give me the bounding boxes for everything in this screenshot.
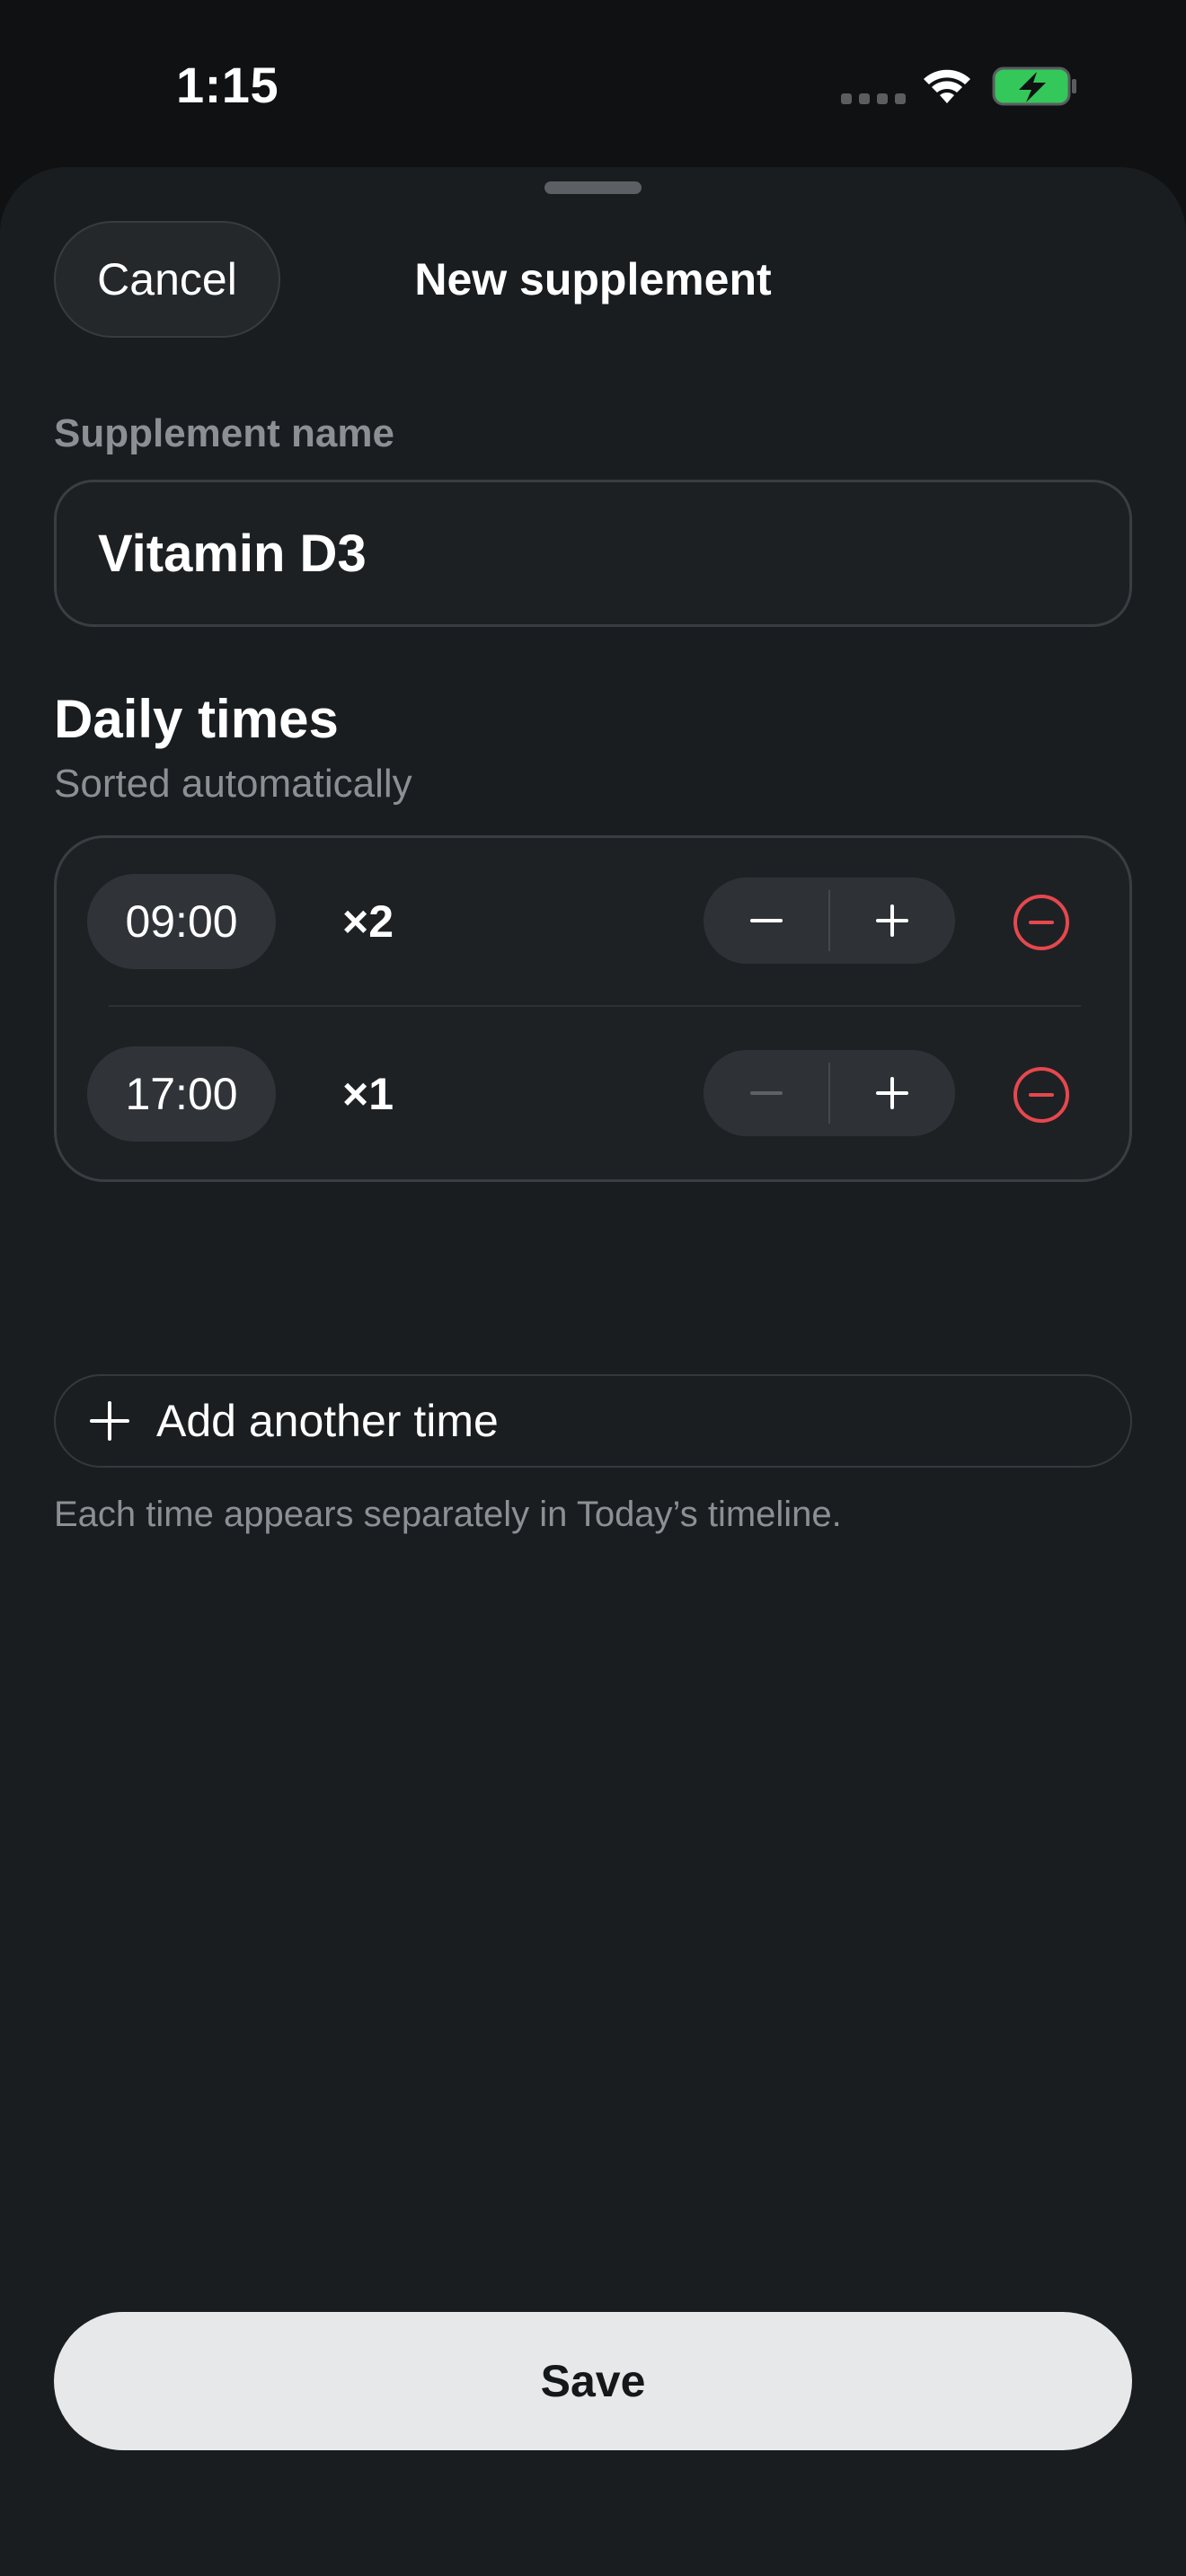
plus-icon (876, 904, 908, 937)
dose-stepper (704, 1050, 955, 1136)
minus-icon (750, 919, 783, 922)
decrement-button-disabled (704, 1050, 829, 1136)
status-time: 1:15 (176, 57, 279, 113)
dose-count: ×1 (342, 1069, 394, 1119)
remove-time-icon[interactable] (1011, 1064, 1072, 1125)
daily-times-card: 09:00 ×2 17:00 ×1 (54, 835, 1132, 1182)
add-another-time-button[interactable]: Add another time (54, 1374, 1132, 1468)
cancel-button[interactable]: Cancel (54, 221, 280, 338)
dose-stepper (704, 878, 955, 964)
increment-button[interactable] (829, 878, 955, 964)
time-picker-pill[interactable]: 17:00 (87, 1046, 276, 1142)
helper-text: Each time appears separately in Today’s … (54, 1495, 842, 1534)
row-divider (109, 1005, 1081, 1007)
add-another-time-label: Add another time (156, 1396, 499, 1446)
plus-icon (876, 1077, 908, 1109)
sheet-grabber[interactable] (544, 181, 642, 194)
minus-icon (750, 1091, 783, 1095)
supplement-name-input[interactable] (54, 480, 1132, 627)
new-supplement-sheet: Cancel New supplement Supplement name Da… (0, 167, 1186, 2576)
daily-times-subtitle: Sorted automatically (54, 762, 412, 806)
time-row: 09:00 ×2 (57, 838, 1135, 1009)
daily-times-title: Daily times (54, 689, 339, 749)
increment-button[interactable] (829, 1050, 955, 1136)
wifi-icon (924, 69, 970, 103)
time-picker-pill[interactable]: 09:00 (87, 874, 276, 969)
dose-count: ×2 (342, 896, 394, 947)
battery-charging-icon (992, 66, 1076, 106)
plus-icon (90, 1401, 129, 1441)
supplement-name-label: Supplement name (54, 411, 394, 455)
save-button[interactable]: Save (54, 2312, 1132, 2450)
status-bar: 1:15 (0, 0, 1186, 171)
time-row: 17:00 ×1 (57, 1010, 1135, 1181)
signal-dots-icon (841, 93, 906, 104)
sheet-title: New supplement (414, 254, 772, 304)
remove-time-icon[interactable] (1011, 892, 1072, 953)
decrement-button[interactable] (704, 878, 829, 964)
